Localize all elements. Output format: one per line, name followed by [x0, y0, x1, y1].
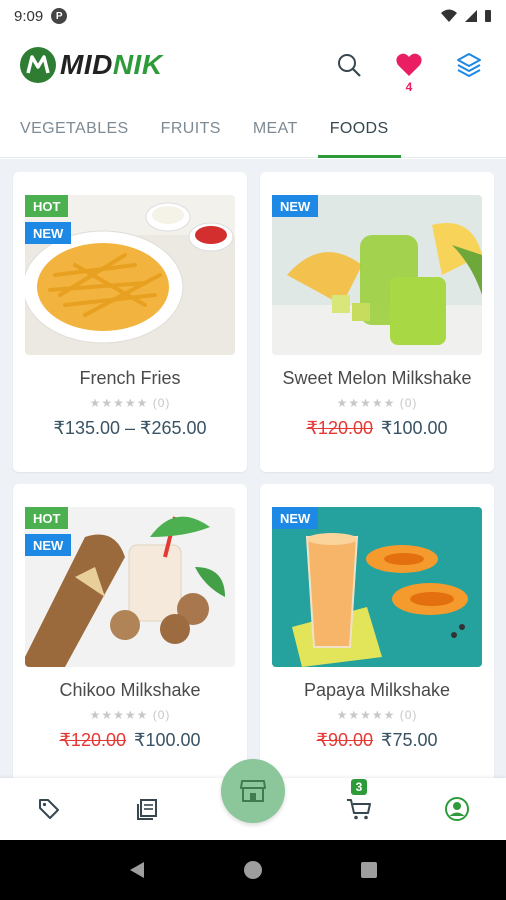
new-badge: NEW — [25, 222, 72, 244]
wifi-icon — [441, 9, 457, 22]
nav-cart[interactable]: 3 — [337, 779, 381, 831]
product-grid: HOT NEW French Fries ★★★★★ (0) ₹135.00 –… — [0, 159, 506, 779]
product-image[interactable] — [25, 507, 235, 667]
app-notification-icon: P — [51, 8, 68, 24]
product-name[interactable]: Papaya Milkshake — [260, 680, 494, 701]
product-image[interactable] — [272, 507, 482, 667]
layers-icon — [457, 53, 481, 77]
app-logo[interactable]: MIDNIK — [20, 47, 163, 83]
categories-button[interactable] — [452, 48, 486, 82]
tab-vegetables[interactable]: VEGETABLES — [8, 100, 141, 158]
price-old: ₹120.00 — [306, 418, 373, 438]
product-card-sweet-melon-milkshake[interactable]: NEW Sweet Melon Milkshake ★★★★★ (0) ₹120… — [260, 172, 494, 472]
signal-icon — [465, 10, 477, 22]
store-fab-button[interactable] — [221, 759, 285, 823]
product-rating: ★★★★★ (0) — [336, 396, 418, 410]
product-card-chikoo-milkshake[interactable]: HOT NEW Chikoo Milkshake ★★★★★ (0) ₹120.… — [13, 484, 247, 779]
price-current: ₹100.00 — [134, 730, 201, 750]
product-name[interactable]: Chikoo Milkshake — [13, 680, 247, 701]
status-time: 9:09 — [14, 7, 44, 25]
product-name[interactable]: Sweet Melon Milkshake — [260, 368, 494, 389]
search-button[interactable] — [332, 48, 366, 82]
cart-icon — [347, 799, 371, 820]
back-icon[interactable] — [128, 860, 146, 880]
product-price: ₹120.00 ₹100.00 — [13, 730, 247, 751]
wishlist-count-badge: 4 — [405, 80, 413, 94]
tab-foods[interactable]: FOODS — [317, 100, 401, 158]
product-rating: ★★★★★ (0) — [336, 708, 418, 722]
product-price: ₹120.00 ₹100.00 — [260, 418, 494, 439]
product-image[interactable] — [272, 195, 482, 355]
product-price: ₹135.00 – ₹265.00 — [13, 418, 247, 439]
nav-offers[interactable] — [27, 787, 71, 831]
logo-mark-icon — [20, 47, 56, 83]
product-image[interactable] — [25, 195, 235, 355]
recents-icon[interactable] — [360, 861, 378, 879]
cart-count-badge: 3 — [351, 779, 367, 795]
category-tabs: VEGETABLES FRUITS MEAT FOODS — [0, 100, 506, 158]
price-current: ₹75.00 — [381, 730, 438, 750]
logo-text-a: MID — [60, 49, 113, 80]
system-navigation-bar — [0, 840, 506, 900]
product-name[interactable]: French Fries — [13, 368, 247, 389]
price-old: ₹120.00 — [59, 730, 126, 750]
hot-badge: HOT — [25, 195, 69, 217]
wishlist-button[interactable]: 4 — [392, 48, 426, 94]
heart-icon — [396, 53, 422, 76]
account-icon — [445, 797, 469, 821]
home-icon[interactable] — [243, 860, 263, 880]
product-rating: ★★★★★ (0) — [89, 396, 171, 410]
hot-badge: HOT — [25, 507, 69, 529]
tag-icon — [39, 799, 59, 819]
new-badge: NEW — [272, 507, 319, 529]
search-icon — [338, 54, 361, 77]
tab-meat[interactable]: MEAT — [241, 100, 310, 158]
tab-fruits[interactable]: FRUITS — [149, 100, 233, 158]
status-icons — [440, 9, 492, 23]
status-bar: 9:09 P — [0, 0, 506, 32]
new-badge: NEW — [272, 195, 319, 217]
nav-account[interactable] — [435, 787, 479, 831]
battery-icon — [485, 10, 491, 22]
product-card-french-fries[interactable]: HOT NEW French Fries ★★★★★ (0) ₹135.00 –… — [13, 172, 247, 472]
price-current: ₹100.00 — [381, 418, 448, 438]
logo-text-b: NIK — [112, 49, 163, 80]
store-icon — [240, 780, 266, 802]
orders-icon — [137, 799, 157, 820]
app-header: MIDNIK 4 — [0, 32, 506, 98]
product-rating: ★★★★★ (0) — [89, 708, 171, 722]
price-current: ₹135.00 – ₹265.00 — [53, 418, 207, 438]
new-badge: NEW — [25, 534, 72, 556]
product-card-papaya-milkshake[interactable]: NEW Papaya Milkshake ★★★★★ (0) ₹90.00 ₹75… — [260, 484, 494, 779]
product-price: ₹90.00 ₹75.00 — [260, 730, 494, 751]
price-old: ₹90.00 — [316, 730, 374, 750]
nav-orders[interactable] — [125, 787, 169, 831]
logo-text: MIDNIK — [60, 49, 163, 81]
